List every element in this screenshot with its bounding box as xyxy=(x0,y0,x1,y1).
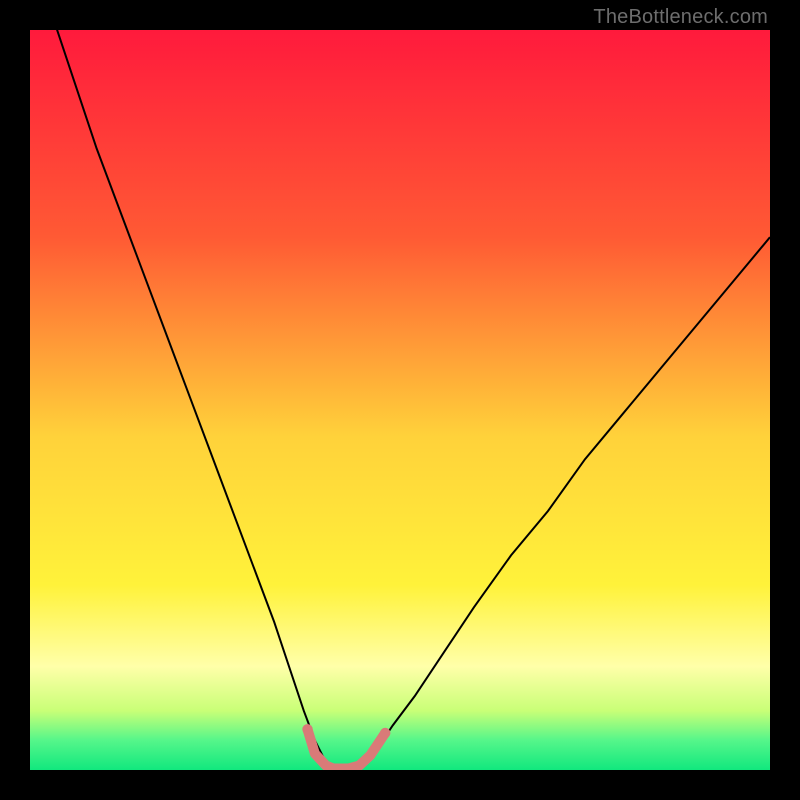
valley-endpoint-marker xyxy=(302,724,312,734)
chart-frame: TheBottleneck.com xyxy=(0,0,800,800)
plot-area xyxy=(30,30,770,770)
bottleneck-chart xyxy=(30,30,770,770)
gradient-background xyxy=(30,30,770,770)
watermark-label: TheBottleneck.com xyxy=(593,6,768,29)
valley-endpoint-marker xyxy=(380,728,390,738)
